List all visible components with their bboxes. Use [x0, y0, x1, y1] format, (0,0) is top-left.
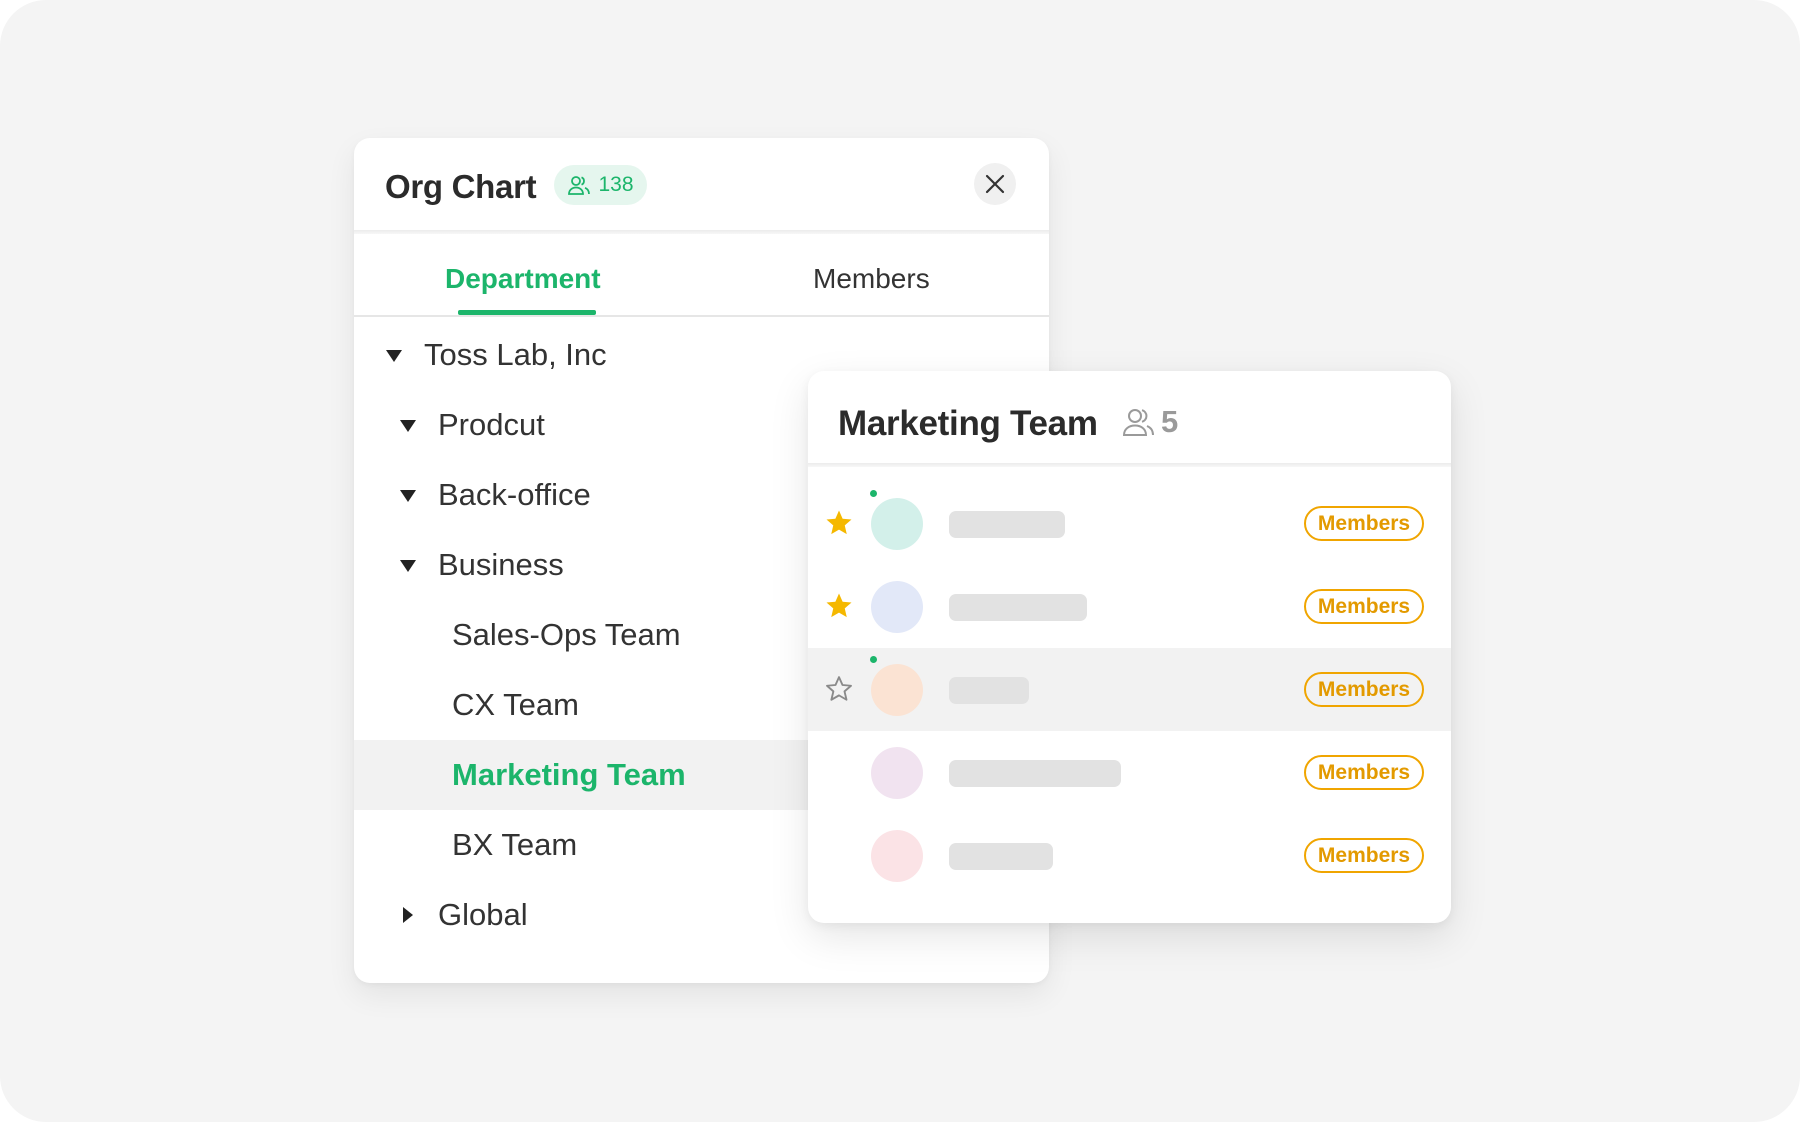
caret-down-icon[interactable] — [400, 419, 416, 433]
tree-item-label: CX Team — [452, 687, 579, 722]
role-badge: Members — [1304, 589, 1424, 624]
tree-item-label: Business — [438, 547, 564, 582]
caret-down-icon[interactable] — [386, 349, 402, 363]
member-name-placeholder — [949, 511, 1065, 538]
tree-item-label: Toss Lab, Inc — [424, 337, 607, 372]
caret-down-icon[interactable] — [400, 489, 416, 503]
team-members-panel: Marketing Team 5 Members Members Members — [808, 371, 1451, 923]
people-icon — [568, 176, 591, 195]
member-row[interactable]: Members — [808, 731, 1451, 814]
team-member-count: 5 — [1121, 404, 1178, 440]
online-status-dot — [870, 490, 877, 497]
member-count-badge: 138 — [554, 165, 647, 205]
member-row[interactable]: Members — [808, 565, 1451, 648]
caret-down-icon[interactable] — [400, 559, 416, 573]
org-chart-title: Org Chart — [385, 168, 537, 205]
member-name-placeholder — [949, 594, 1087, 621]
team-title: Marketing Team — [838, 404, 1098, 443]
tab-members[interactable]: Members — [813, 263, 930, 295]
member-name-placeholder — [949, 760, 1121, 787]
tree-item-label: BX Team — [452, 827, 578, 862]
team-header-divider — [808, 463, 1451, 467]
avatar — [871, 581, 923, 633]
member-row[interactable]: Members — [808, 482, 1451, 565]
header-divider — [354, 230, 1049, 234]
member-count: 138 — [598, 173, 634, 196]
role-badge: Members — [1304, 672, 1424, 707]
online-status-dot — [870, 656, 877, 663]
avatar — [871, 830, 923, 882]
tree-item-label: Sales-Ops Team — [452, 617, 681, 652]
org-chart-header: Org Chart 138 — [354, 138, 1049, 230]
tab-divider — [354, 315, 1049, 317]
role-badge: Members — [1304, 506, 1424, 541]
member-row[interactable]: Members — [808, 648, 1451, 731]
tree-item-label: Back-office — [438, 477, 591, 512]
tab-department[interactable]: Department — [445, 263, 601, 295]
role-badge: Members — [1304, 755, 1424, 790]
avatar — [871, 747, 923, 799]
close-button[interactable] — [974, 163, 1016, 205]
tree-item-label: Global — [438, 897, 528, 932]
close-icon — [985, 174, 1005, 194]
people-icon — [1122, 409, 1154, 436]
member-name-placeholder — [949, 677, 1029, 704]
star-filled-icon[interactable] — [824, 591, 854, 621]
caret-right-icon[interactable] — [402, 907, 414, 923]
avatar — [871, 498, 923, 550]
member-name-placeholder — [949, 843, 1053, 870]
tree-item-label: Prodcut — [438, 407, 545, 442]
star-filled-icon[interactable] — [824, 508, 854, 538]
member-row[interactable]: Members — [808, 814, 1451, 897]
star-outline-icon[interactable] — [824, 674, 854, 704]
avatar — [871, 664, 923, 716]
tree-item-label: Marketing Team — [452, 757, 686, 792]
role-badge: Members — [1304, 838, 1424, 873]
team-count-value: 5 — [1161, 404, 1179, 439]
